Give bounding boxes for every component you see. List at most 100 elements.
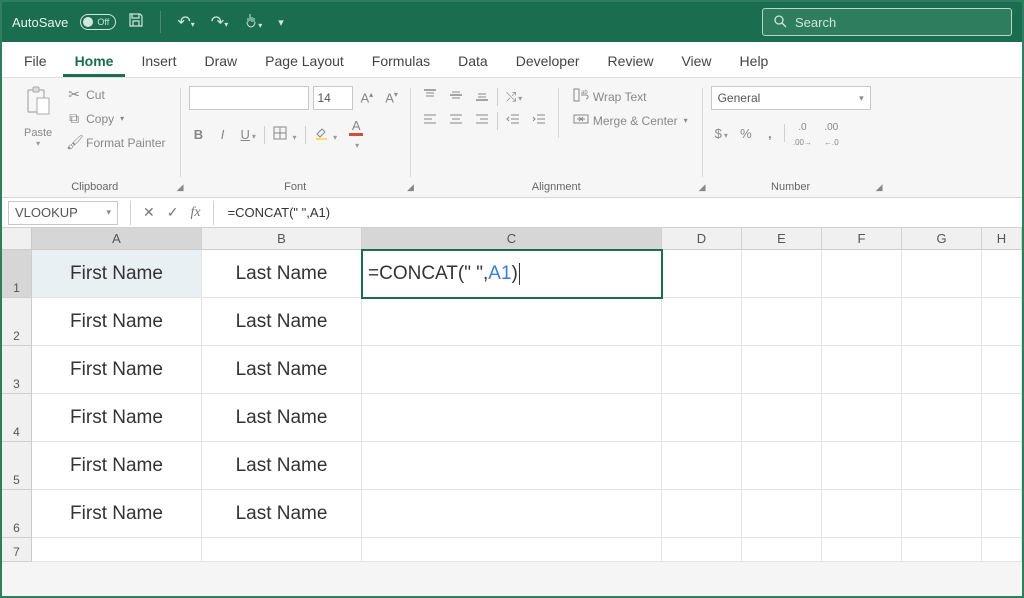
col-header-D[interactable]: D (662, 228, 742, 250)
cell[interactable] (662, 442, 742, 490)
cancel-formula-icon[interactable]: ✕ (137, 204, 161, 221)
cell-A5[interactable]: First Name (32, 442, 202, 490)
cell[interactable] (742, 490, 822, 538)
align-bottom-icon[interactable] (471, 86, 493, 107)
cell[interactable] (362, 538, 662, 562)
col-header-H[interactable]: H (982, 228, 1022, 250)
copy-button[interactable]: ⧉Copy▾ (60, 108, 171, 129)
decrease-font-icon[interactable]: A▾ (381, 88, 402, 107)
decrease-decimal-icon[interactable]: .00←.0 (820, 116, 843, 150)
col-header-F[interactable]: F (822, 228, 902, 250)
fx-icon[interactable]: fx (184, 205, 206, 221)
tab-help[interactable]: Help (728, 45, 781, 77)
cell[interactable] (32, 538, 202, 562)
font-family-select[interactable] (189, 86, 309, 110)
search-input[interactable] (795, 15, 1001, 30)
orientation-icon[interactable]: ⤭ (502, 87, 526, 107)
cell[interactable] (742, 442, 822, 490)
cell[interactable] (742, 394, 822, 442)
cell[interactable] (902, 490, 982, 538)
cell-A6[interactable]: First Name (32, 490, 202, 538)
row-header[interactable]: 6 (2, 490, 32, 538)
cell[interactable] (902, 346, 982, 394)
format-painter-button[interactable]: 🖌Format Painter (60, 132, 171, 153)
redo-icon[interactable]: ↷▾ (207, 12, 232, 32)
cell[interactable] (662, 298, 742, 346)
cell[interactable] (822, 298, 902, 346)
customize-qat-icon[interactable]: ▾ (274, 16, 288, 29)
cell[interactable] (902, 442, 982, 490)
cell[interactable] (742, 298, 822, 346)
cell-B6[interactable]: Last Name (202, 490, 362, 538)
align-middle-icon[interactable] (445, 86, 467, 107)
cell[interactable] (822, 346, 902, 394)
touch-mode-icon[interactable]: ▾ (240, 12, 266, 33)
cell[interactable] (662, 394, 742, 442)
cell[interactable] (742, 346, 822, 394)
col-header-G[interactable]: G (902, 228, 982, 250)
tab-draw[interactable]: Draw (192, 45, 249, 77)
col-header-E[interactable]: E (742, 228, 822, 250)
increase-indent-icon[interactable] (528, 110, 550, 131)
cell-B5[interactable]: Last Name (202, 442, 362, 490)
col-header-C[interactable]: C (362, 228, 662, 250)
bold-button[interactable]: B (189, 125, 209, 144)
enter-formula-icon[interactable]: ✓ (161, 204, 185, 221)
paste-button[interactable]: Paste ▾ (18, 82, 58, 152)
percent-button[interactable]: % (736, 124, 756, 143)
merge-center-button[interactable]: Merge & Center ▾ (567, 110, 694, 131)
cell[interactable] (822, 394, 902, 442)
dialog-launcher-icon[interactable]: ◢ (876, 182, 883, 193)
align-right-icon[interactable] (471, 110, 493, 131)
cell[interactable] (662, 346, 742, 394)
cell[interactable] (822, 442, 902, 490)
cell[interactable] (202, 538, 362, 562)
cell-B1[interactable]: Last Name (202, 250, 362, 298)
cell[interactable] (902, 394, 982, 442)
cell-B3[interactable]: Last Name (202, 346, 362, 394)
comma-button[interactable]: , (760, 124, 780, 143)
increase-decimal-icon[interactable]: .0.00→ (789, 116, 816, 150)
underline-button[interactable]: U (237, 125, 260, 144)
cell-B2[interactable]: Last Name (202, 298, 362, 346)
cell[interactable] (822, 538, 902, 562)
select-all-corner[interactable] (2, 228, 32, 250)
cell[interactable] (982, 490, 1022, 538)
cell[interactable] (362, 298, 662, 346)
cell[interactable] (982, 298, 1022, 346)
cell[interactable] (662, 538, 742, 562)
cell[interactable] (662, 490, 742, 538)
cell[interactable] (902, 250, 982, 298)
cell-B4[interactable]: Last Name (202, 394, 362, 442)
cell[interactable] (362, 394, 662, 442)
cell[interactable] (742, 250, 822, 298)
tab-data[interactable]: Data (446, 45, 500, 77)
cell[interactable] (662, 250, 742, 298)
row-header[interactable]: 4 (2, 394, 32, 442)
decrease-indent-icon[interactable] (502, 110, 524, 131)
formula-input[interactable]: =CONCAT(" ",A1) (220, 205, 1022, 220)
cell-C1[interactable]: =CONCAT(" ",A1) (362, 250, 662, 298)
search-box[interactable] (762, 8, 1012, 36)
borders-button[interactable] (269, 124, 301, 145)
tab-developer[interactable]: Developer (504, 45, 592, 77)
align-top-icon[interactable] (419, 86, 441, 107)
tab-review[interactable]: Review (596, 45, 666, 77)
number-format-select[interactable]: General ▾ (711, 86, 871, 110)
row-header[interactable]: 7 (2, 538, 32, 562)
cell[interactable] (362, 442, 662, 490)
cell[interactable] (822, 250, 902, 298)
cell-A3[interactable]: First Name (32, 346, 202, 394)
autosave-toggle[interactable]: Off (80, 14, 116, 30)
font-size-select[interactable] (313, 86, 353, 110)
font-color-button[interactable]: A (345, 116, 367, 153)
cell[interactable] (362, 490, 662, 538)
currency-button[interactable]: $ (711, 124, 732, 143)
save-icon[interactable] (124, 12, 148, 33)
cell-A4[interactable]: First Name (32, 394, 202, 442)
cell[interactable] (362, 346, 662, 394)
cell-A1[interactable]: First Name (32, 250, 202, 298)
undo-icon[interactable]: ↶▾ (173, 12, 198, 32)
cell[interactable] (982, 538, 1022, 562)
increase-font-icon[interactable]: A▴ (357, 88, 378, 107)
